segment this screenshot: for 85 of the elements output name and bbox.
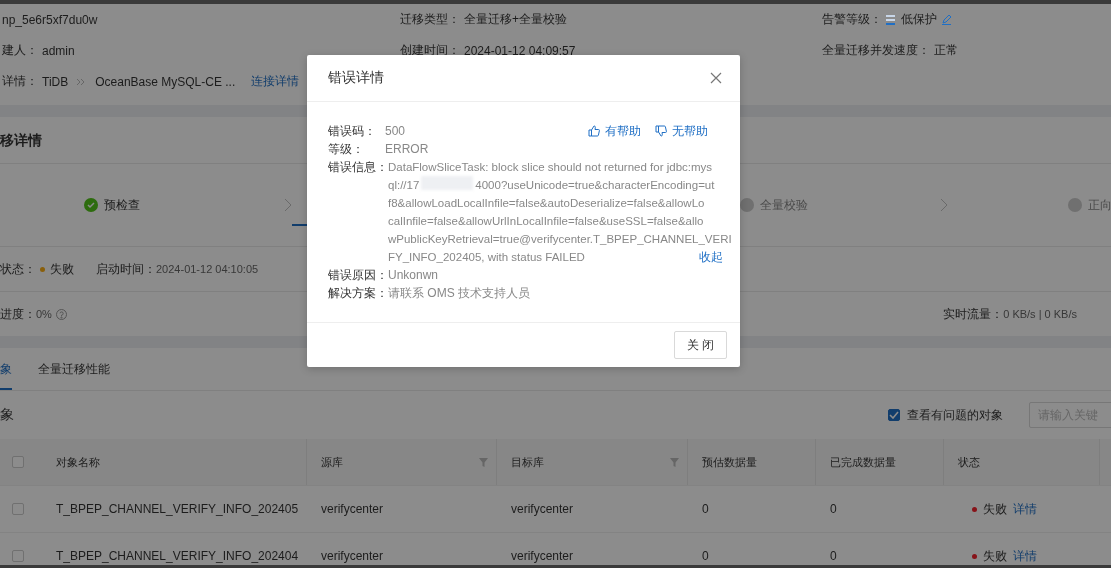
field-label: 全量迁移并发速度： [822, 42, 930, 59]
checkbox-label: 查看有问题的对象 [907, 406, 1003, 424]
table-cell: verifycenter [511, 502, 574, 516]
tab[interactable]: 象 [0, 348, 12, 390]
field-value: 2024-01-12 04:09:57 [464, 43, 576, 58]
check-circle-icon [84, 198, 98, 212]
column-header: 预估数据量 [702, 454, 757, 470]
checkbox[interactable] [12, 503, 24, 515]
step-label: 全量校验 [760, 196, 808, 214]
field-value: 2024-01-12 04:10:05 [156, 263, 259, 275]
checkbox[interactable] [888, 409, 900, 421]
table-cell: 0 [830, 502, 837, 516]
field-label: 启动时间： [96, 260, 156, 278]
field-label: 解决方案： [328, 285, 388, 302]
column-header: 目标库 [511, 454, 544, 470]
field-value: TiDB [42, 74, 69, 89]
chevron-icon [284, 198, 292, 212]
details-link[interactable]: 详情 [1013, 500, 1037, 518]
error-message: 4000?useUnicode=true&characterEncoding=ut [475, 178, 715, 193]
tab[interactable]: 全量迁移性能 [38, 348, 110, 390]
step-label: 正向 [1088, 196, 1111, 214]
table-cell: T_BPEP_CHANNEL_VERIFY_INFO_202404 [56, 549, 299, 563]
field-label: 错误原因： [328, 267, 388, 284]
field-value: OceanBase MySQL-CE ... [95, 74, 236, 89]
table-cell: verifycenter [321, 549, 384, 563]
field-label: 创建时间： [400, 42, 460, 59]
field-label: 错误码： [328, 123, 377, 140]
collapse-link[interactable]: 收起 [699, 248, 723, 266]
field-value: 0 KB/s | 0 KB/s [1003, 308, 1077, 320]
field-label: 等级： [328, 141, 365, 158]
thumbs-down-icon [655, 125, 667, 137]
status-value: 失败 [50, 260, 74, 278]
field-value: Unkonwn [388, 267, 439, 284]
column-header: 对象名称 [56, 454, 100, 470]
error-message: wPublicKeyRetrieval=true@verifycenter.T_BPEP_CHANNEL_VERI [388, 232, 732, 247]
field-label: 进度： [0, 305, 36, 323]
step-dot-icon [1068, 198, 1082, 212]
double-chevron-icon [76, 77, 86, 86]
helpful-link[interactable]: 有帮助 [588, 122, 641, 140]
chevron-icon [940, 198, 948, 212]
field-value: admin [42, 43, 75, 58]
status-text: 失败 [983, 547, 1007, 565]
field-label: 告警等级： [822, 11, 882, 28]
error-message: calInfile=false&allowUrlInLocalInfile=false&useSSL=false&allo [388, 214, 704, 229]
error-message: f8&allowLoadLocalInfile=false&autoDeserialize=false&allowLo [388, 196, 705, 211]
field-label: 状态： [0, 260, 36, 278]
field-value: 全量迁移+全量校验 [464, 11, 567, 28]
table-cell: 0 [830, 549, 837, 563]
details-link[interactable]: 详情 [1013, 547, 1037, 565]
checkbox[interactable] [12, 550, 24, 562]
field-value: ERROR [385, 141, 429, 158]
field-value: 正常 [934, 42, 958, 59]
thumbs-up-icon [588, 125, 600, 137]
step-dot-icon [740, 198, 754, 212]
field-value: 请联系 OMS 技术支持人员 [388, 285, 530, 302]
connection-link[interactable]: 连接详情 [251, 73, 300, 90]
column-header: 源库 [321, 454, 343, 470]
table-cell: verifycenter [321, 502, 384, 516]
field-label: 实时流量： [943, 305, 1004, 323]
table-cell: 0 [702, 549, 709, 563]
close-button[interactable]: 关 闭 [674, 331, 727, 359]
checkbox[interactable] [12, 456, 24, 468]
error-message: ql://17 [388, 178, 420, 193]
field-label: 建人： [2, 42, 38, 59]
field-value: np_5e6r5xf7du0w [2, 12, 98, 27]
level-icon [886, 14, 895, 25]
table-cell: 0 [702, 502, 709, 516]
table-cell: verifycenter [511, 549, 574, 563]
field-value: 500 [385, 123, 406, 140]
dialog-title: 错误详情 [328, 69, 384, 87]
field-value: 低保护 [901, 11, 937, 28]
field-value: 0% [36, 308, 52, 320]
table-cell: T_BPEP_CHANNEL_VERIFY_INFO_202405 [56, 502, 299, 516]
column-header: 已完成数据量 [830, 454, 896, 470]
field-label: 迁移类型： [400, 11, 460, 28]
step-label: 预检查 [104, 196, 140, 214]
column-header: 状态 [958, 454, 980, 470]
edit-icon [941, 14, 952, 25]
error-message: FY_INFO_202405, with status FAILED [388, 250, 585, 265]
close-button[interactable] [710, 72, 722, 84]
help-icon [55, 308, 67, 320]
status-text: 失败 [983, 500, 1007, 518]
field-label: 详情： [2, 73, 38, 90]
not-helpful-link[interactable]: 无帮助 [655, 122, 708, 140]
section-title: 象 [0, 406, 14, 424]
